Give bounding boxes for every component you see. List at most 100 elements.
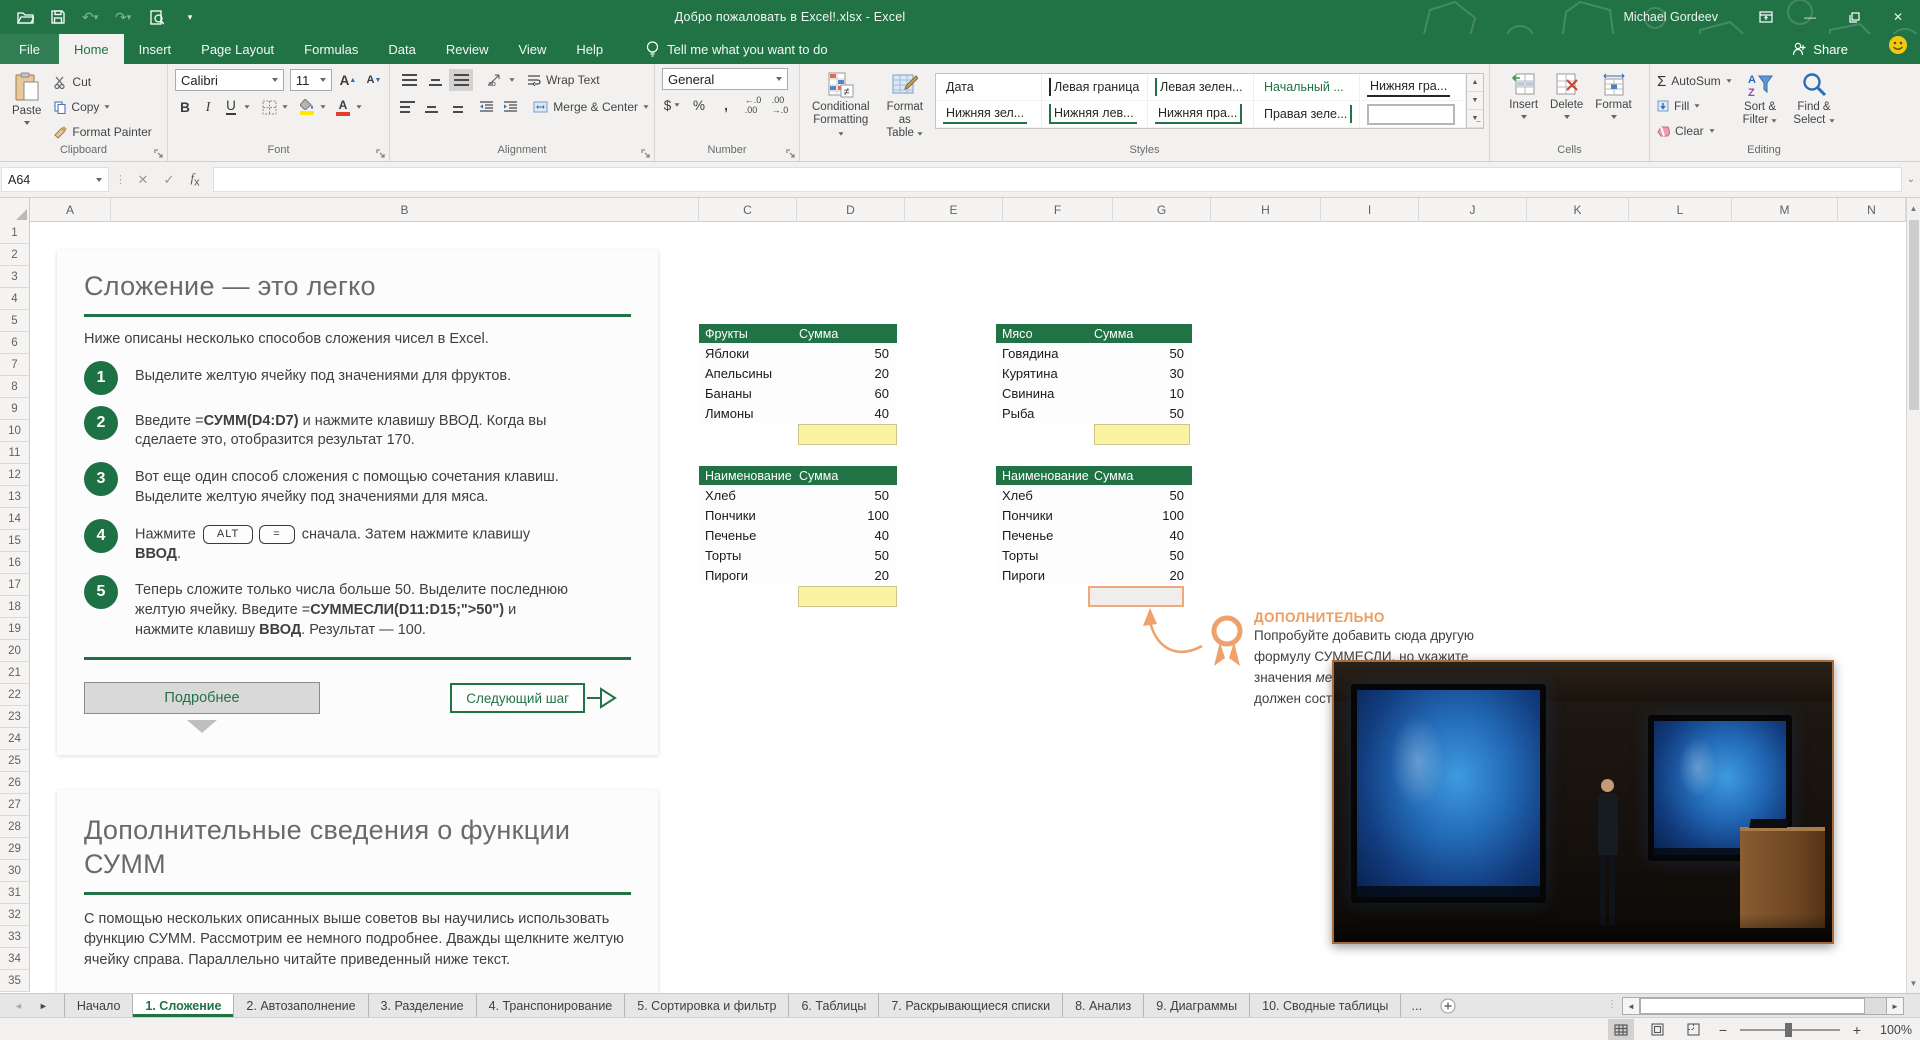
- gallery-scroll-down-icon[interactable]: ▼: [1467, 92, 1483, 110]
- alignment-dialog-launcher-icon[interactable]: [641, 149, 651, 159]
- row-header-18[interactable]: 18: [0, 596, 30, 618]
- column-header-N[interactable]: N: [1838, 198, 1906, 222]
- hscroll-right-icon[interactable]: ►: [1886, 997, 1904, 1015]
- sheet-tab-7-Раскрывающиеся-списки[interactable]: 7. Раскрывающиеся списки: [879, 994, 1063, 1017]
- name-box[interactable]: A64: [1, 167, 109, 192]
- table-cell-name[interactable]: Торты: [699, 548, 797, 563]
- row-header-26[interactable]: 26: [0, 772, 30, 794]
- table-row[interactable]: Торты50: [996, 545, 1192, 565]
- insert-cells-button[interactable]: Insert: [1504, 68, 1543, 144]
- close-button[interactable]: ✕: [1876, 0, 1920, 34]
- normal-view-icon[interactable]: [1608, 1019, 1634, 1040]
- table-row[interactable]: Говядина50: [996, 343, 1192, 363]
- column-header-J[interactable]: J: [1419, 198, 1527, 222]
- row-header-19[interactable]: 19: [0, 618, 30, 640]
- paste-button[interactable]: Paste: [7, 68, 46, 144]
- fill-color-icon[interactable]: [297, 97, 317, 118]
- ribbon-tab-help[interactable]: Help: [561, 34, 618, 64]
- ribbon-tab-review[interactable]: Review: [431, 34, 504, 64]
- row-header-7[interactable]: 7: [0, 354, 30, 376]
- hscroll-left-icon[interactable]: ◄: [1622, 997, 1640, 1015]
- table-row[interactable]: Курятина30: [996, 363, 1192, 383]
- table-row[interactable]: Лимоны40: [699, 403, 897, 423]
- sort-filter-button[interactable]: A Z Sort &Filter: [1738, 68, 1783, 144]
- table-row[interactable]: Яблоки50: [699, 343, 897, 363]
- row-header-11[interactable]: 11: [0, 442, 30, 464]
- italic-button[interactable]: I: [198, 97, 218, 118]
- cell-style-Дата[interactable]: Дата: [936, 74, 1042, 101]
- column-header-A[interactable]: A: [30, 198, 111, 222]
- number-format-select[interactable]: General: [662, 68, 788, 90]
- sheet-tab-2-Автозаполнение[interactable]: 2. Автозаполнение: [234, 994, 368, 1017]
- table-cell-name[interactable]: Печенье: [996, 528, 1092, 543]
- table-cell-name[interactable]: Лимоны: [699, 406, 797, 421]
- meat-formula-cell[interactable]: [1094, 424, 1190, 445]
- table-cell-value[interactable]: 50: [1092, 346, 1192, 361]
- table-cell-value[interactable]: 10: [1092, 386, 1192, 401]
- sheet-tab-1-Сложение[interactable]: 1. Сложение: [133, 994, 234, 1017]
- row-header-25[interactable]: 25: [0, 750, 30, 772]
- row-header-23[interactable]: 23: [0, 706, 30, 728]
- zoom-slider-thumb[interactable]: [1785, 1023, 1792, 1037]
- user-name[interactable]: Michael Gordeev: [1624, 10, 1719, 24]
- row-header-31[interactable]: 31: [0, 882, 30, 904]
- table-cell-value[interactable]: 60: [797, 386, 897, 401]
- table-row[interactable]: Пончики100: [996, 505, 1192, 525]
- font-size-select[interactable]: 11: [290, 69, 332, 91]
- row-header-34[interactable]: 34: [0, 948, 30, 970]
- row-header-16[interactable]: 16: [0, 552, 30, 574]
- font-family-select[interactable]: Calibri: [175, 69, 284, 91]
- row-header-32[interactable]: 32: [0, 904, 30, 926]
- table-cell-name[interactable]: Говядина: [996, 346, 1092, 361]
- table-cell-value[interactable]: 50: [797, 548, 897, 563]
- autosum-button[interactable]: Σ AutoSum: [1657, 70, 1732, 92]
- table-header-cell[interactable]: Сумма: [797, 327, 897, 341]
- table-row[interactable]: Пончики100: [699, 505, 897, 525]
- row-header-14[interactable]: 14: [0, 508, 30, 530]
- table-cell-value[interactable]: 50: [1092, 406, 1192, 421]
- table-cell-value[interactable]: 20: [797, 568, 897, 583]
- undo-icon[interactable]: ↶▾: [82, 8, 100, 26]
- clipboard-dialog-launcher-icon[interactable]: [154, 149, 164, 159]
- cell-style-Нижняя-гра-[interactable]: Нижняя гра...: [1360, 74, 1466, 101]
- row-header-3[interactable]: 3: [0, 266, 30, 288]
- ribbon-tab-file[interactable]: File: [0, 34, 59, 64]
- horizontal-scroll-thumb[interactable]: [1640, 998, 1865, 1014]
- decrease-indent-icon[interactable]: [476, 96, 498, 118]
- column-header-E[interactable]: E: [905, 198, 1003, 222]
- column-header-C[interactable]: C: [699, 198, 797, 222]
- conditional-formatting-button[interactable]: ≠ ConditionalFormatting: [807, 68, 875, 144]
- insert-function-icon[interactable]: fx: [183, 167, 207, 192]
- align-left-icon[interactable]: [397, 96, 419, 118]
- save-icon[interactable]: [49, 8, 67, 26]
- row-header-9[interactable]: 9: [0, 398, 30, 420]
- cell-style-Начальный-[interactable]: Начальный ...: [1254, 74, 1360, 101]
- table-cell-value[interactable]: 50: [797, 488, 897, 503]
- table-header-cell[interactable]: Сумма: [797, 469, 897, 483]
- table-row[interactable]: Торты50: [699, 545, 897, 565]
- table-cell-value[interactable]: 100: [797, 508, 897, 523]
- table-header-cell[interactable]: Мясо: [996, 327, 1092, 341]
- zoom-in-icon[interactable]: +: [1850, 1022, 1864, 1038]
- delete-cells-button[interactable]: Delete: [1545, 68, 1588, 144]
- table-cell-name[interactable]: Торты: [996, 548, 1092, 563]
- row-header-2[interactable]: 2: [0, 244, 30, 266]
- zoom-level[interactable]: 100%: [1874, 1023, 1912, 1037]
- increase-font-icon[interactable]: A▲: [338, 70, 358, 91]
- table-cell-value[interactable]: 100: [1092, 508, 1192, 523]
- table-row[interactable]: Печенье40: [699, 525, 897, 545]
- open-icon[interactable]: [16, 8, 34, 26]
- table-header-cell[interactable]: Фрукты: [699, 327, 797, 341]
- format-as-table-button[interactable]: Format asTable: [879, 68, 931, 144]
- column-header-L[interactable]: L: [1629, 198, 1732, 222]
- sheet-tab-5-Сортировка-и-фильтр[interactable]: 5. Сортировка и фильтр: [625, 994, 789, 1017]
- ribbon-tab-insert[interactable]: Insert: [124, 34, 187, 64]
- column-header-H[interactable]: H: [1211, 198, 1321, 222]
- bottom-align-icon[interactable]: [449, 69, 473, 91]
- scroll-up-icon[interactable]: ▲: [1907, 198, 1920, 218]
- cell-style-Левая-зелен-[interactable]: Левая зелен...: [1148, 74, 1254, 101]
- table-cell-value[interactable]: 50: [1092, 548, 1192, 563]
- row-header-6[interactable]: 6: [0, 332, 30, 354]
- row-header-1[interactable]: 1: [0, 222, 30, 244]
- row-header-22[interactable]: 22: [0, 684, 30, 706]
